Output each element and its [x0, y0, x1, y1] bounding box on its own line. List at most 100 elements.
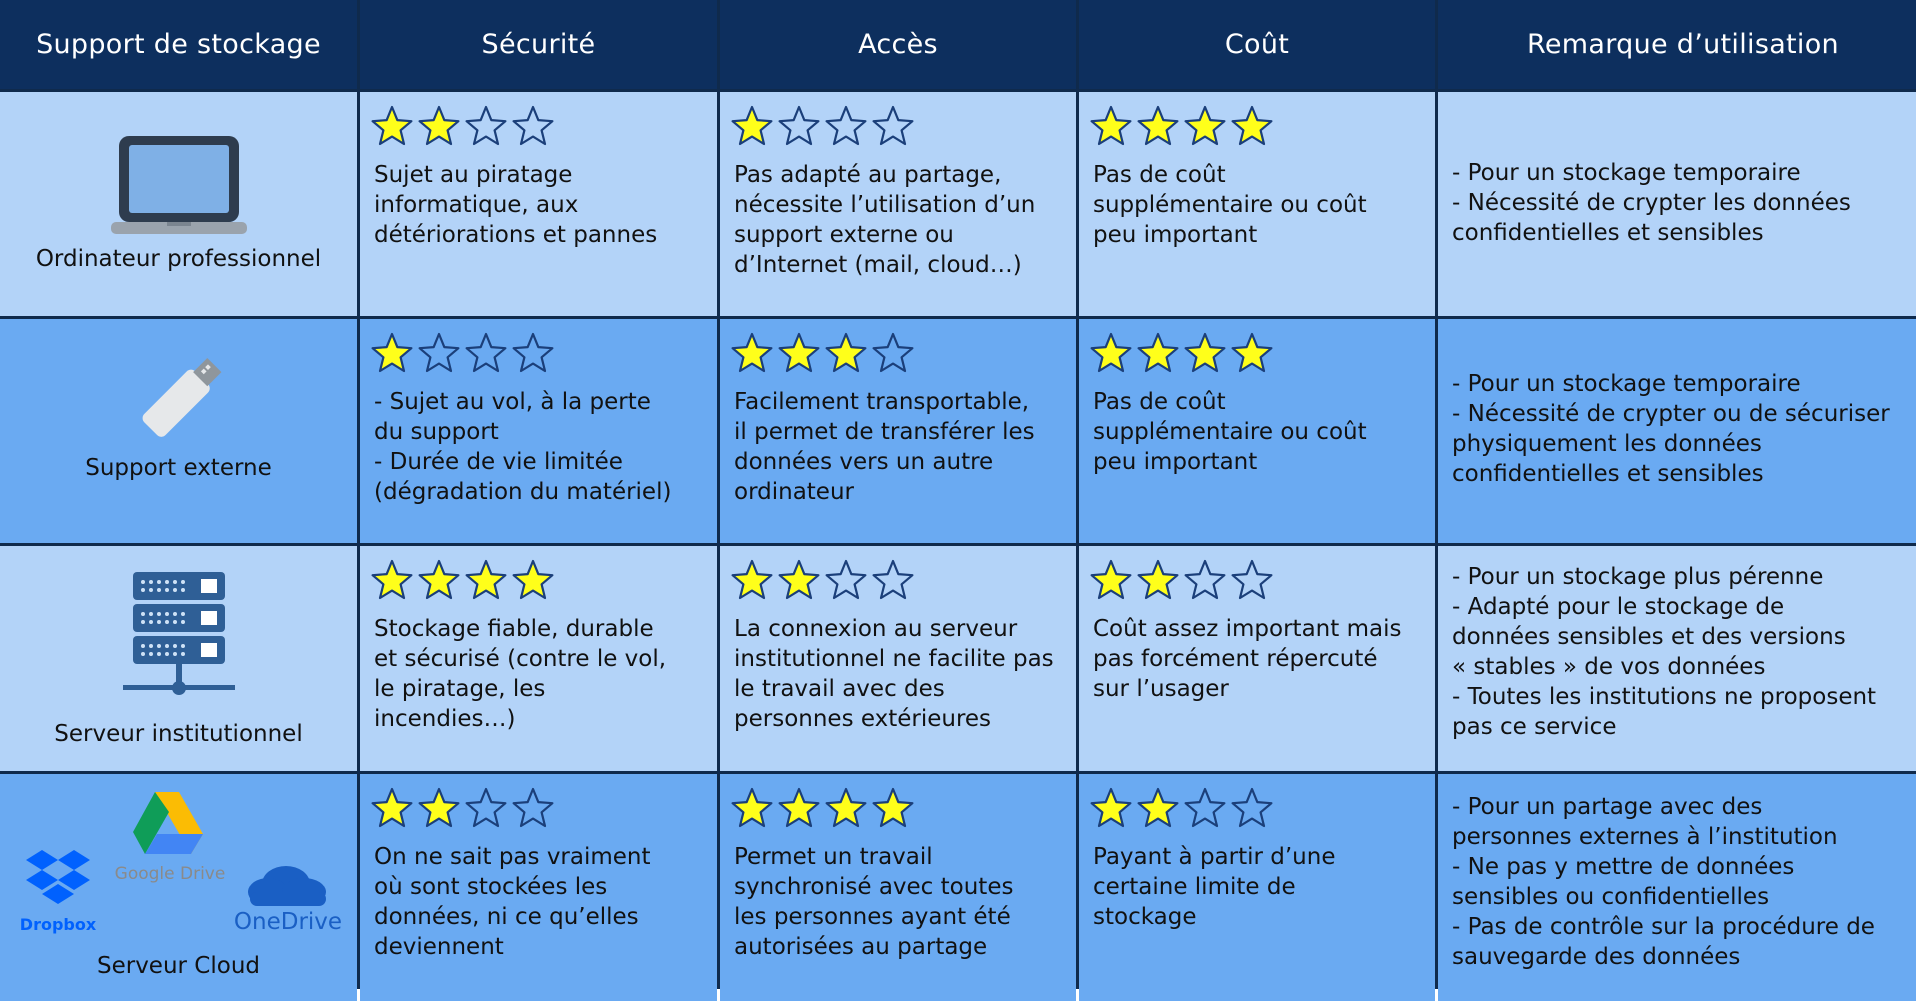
star-filled-icon [371, 332, 413, 373]
star-filled-icon [418, 105, 460, 146]
star-filled-icon [778, 332, 820, 373]
header-securite: Sécurité [360, 0, 717, 89]
usb-drive-icon [142, 357, 221, 437]
remarque-cell: - Pour un stockage temporaire - Nécessit… [1438, 319, 1916, 543]
support-name: Serveur Cloud [96, 953, 260, 979]
rating-stars [1089, 331, 1274, 375]
star-filled-icon [1137, 332, 1179, 373]
cout-cell: Coût assez important mais pas forcément … [1079, 546, 1435, 771]
server-icon [122, 572, 235, 695]
support-cell-serveur: Serveur institutionnel [0, 546, 357, 771]
securite-cell: - Sujet au vol, à la perte du support - … [360, 319, 717, 543]
securite-cell: Stockage fiable, durable et sécurisé (co… [360, 546, 717, 771]
star-filled-icon [1090, 787, 1132, 828]
star-filled-icon [371, 105, 413, 146]
star-filled-icon [371, 559, 413, 600]
star-empty-icon [825, 105, 867, 146]
acces-cell: Permet un travail synchronisé avec toute… [720, 774, 1076, 1001]
remarque-cell: - Pour un stockage plus pérenne - Adapté… [1438, 546, 1916, 771]
star-filled-icon [731, 559, 773, 600]
acces-text: Permet un travail synchronisé avec toute… [734, 844, 1014, 960]
remarque-text: - Pour un stockage temporaire - Nécessit… [1452, 371, 1890, 487]
star-empty-icon [1231, 559, 1273, 600]
securite-text: - Sujet au vol, à la perte du support - … [374, 389, 672, 505]
acces-text: Facilement transportable, il permet de t… [734, 389, 1035, 505]
star-empty-icon [778, 105, 820, 146]
star-empty-icon [465, 105, 507, 146]
acces-text: La connexion au serveur institutionnel n… [734, 616, 1054, 732]
laptop-icon [110, 136, 247, 234]
star-empty-icon [512, 332, 554, 373]
star-filled-icon [778, 559, 820, 600]
support-name: Serveur institutionnel [54, 721, 303, 747]
header-support: Support de stockage [0, 0, 357, 89]
star-filled-icon [418, 559, 460, 600]
cout-cell: Pas de coût supplémentaire ou coût peu i… [1079, 92, 1435, 316]
header-remarque: Remarque d’utilisation [1438, 0, 1916, 89]
cout-cell: Pas de coût supplémentaire ou coût peu i… [1079, 319, 1435, 543]
svg-text:OneDrive: OneDrive [234, 909, 342, 935]
star-filled-icon [1184, 332, 1226, 373]
star-filled-icon [1090, 105, 1132, 146]
remarque-cell: - Pour un partage avec des personnes ext… [1438, 774, 1916, 1001]
cout-text: Coût assez important mais pas forcément … [1093, 616, 1402, 702]
securite-text: Stockage fiable, durable et sécurisé (co… [374, 616, 667, 732]
svg-text:Google Drive: Google Drive [115, 864, 226, 884]
star-filled-icon [1137, 105, 1179, 146]
star-filled-icon [731, 105, 773, 146]
acces-cell: La connexion au serveur institutionnel n… [720, 546, 1076, 771]
rating-stars [370, 786, 555, 830]
star-empty-icon [872, 559, 914, 600]
star-empty-icon [872, 105, 914, 146]
header-acces: Accès [720, 0, 1076, 89]
support-name: Ordinateur professionnel [35, 246, 322, 272]
rating-stars [370, 331, 555, 375]
rating-stars [370, 104, 555, 148]
support-name: Support externe [85, 455, 272, 481]
star-filled-icon [1137, 559, 1179, 600]
star-empty-icon [1184, 787, 1226, 828]
star-filled-icon [872, 787, 914, 828]
star-filled-icon [1231, 332, 1273, 373]
star-empty-icon [465, 332, 507, 373]
google-drive-logo [133, 792, 203, 854]
rating-stars [730, 558, 915, 602]
star-filled-icon [1184, 105, 1226, 146]
star-filled-icon [778, 787, 820, 828]
star-empty-icon [1231, 787, 1273, 828]
star-filled-icon [465, 559, 507, 600]
rating-stars [1089, 104, 1274, 148]
onedrive-logo [248, 866, 326, 906]
star-empty-icon [1184, 559, 1226, 600]
remarque-text: - Pour un stockage temporaire - Nécessit… [1452, 160, 1851, 246]
securite-text: On ne sait pas vraiment où sont stockées… [374, 844, 651, 960]
dropbox-logo [26, 850, 90, 904]
support-cell-cloud: Google Drive Dropbox OneDrive Serveur Cl… [0, 774, 357, 1001]
support-cell-ordinateur: Ordinateur professionnel [0, 92, 357, 316]
storage-comparison-table: Support de stockage Sécurité Accès Coût … [0, 0, 1916, 1001]
header-cout: Coût [1079, 0, 1435, 89]
rating-stars [1089, 558, 1274, 602]
remarque-text: - Pour un stockage plus pérenne - Adapté… [1452, 564, 1877, 740]
remarque-text: - Pour un partage avec des personnes ext… [1452, 794, 1875, 970]
star-filled-icon [731, 787, 773, 828]
cout-cell: Payant à partir d’une certaine limite de… [1079, 774, 1435, 1001]
star-filled-icon [731, 332, 773, 373]
rating-stars [730, 104, 915, 148]
cout-text: Pas de coût supplémentaire ou coût peu i… [1093, 162, 1367, 248]
cloud-services-icon: Google Drive Dropbox OneDrive [20, 792, 342, 935]
rating-stars [730, 786, 915, 830]
star-filled-icon [512, 559, 554, 600]
svg-text:Dropbox: Dropbox [20, 915, 97, 934]
star-filled-icon [418, 787, 460, 828]
star-filled-icon [825, 787, 867, 828]
star-filled-icon [825, 332, 867, 373]
rating-stars [730, 331, 915, 375]
support-cell-externe: Support externe [0, 319, 357, 543]
star-empty-icon [418, 332, 460, 373]
rating-stars [370, 558, 555, 602]
acces-text: Pas adapté au partage, nécessite l’utili… [734, 162, 1036, 278]
star-empty-icon [825, 559, 867, 600]
rating-stars [1089, 786, 1274, 830]
acces-cell: Pas adapté au partage, nécessite l’utili… [720, 92, 1076, 316]
